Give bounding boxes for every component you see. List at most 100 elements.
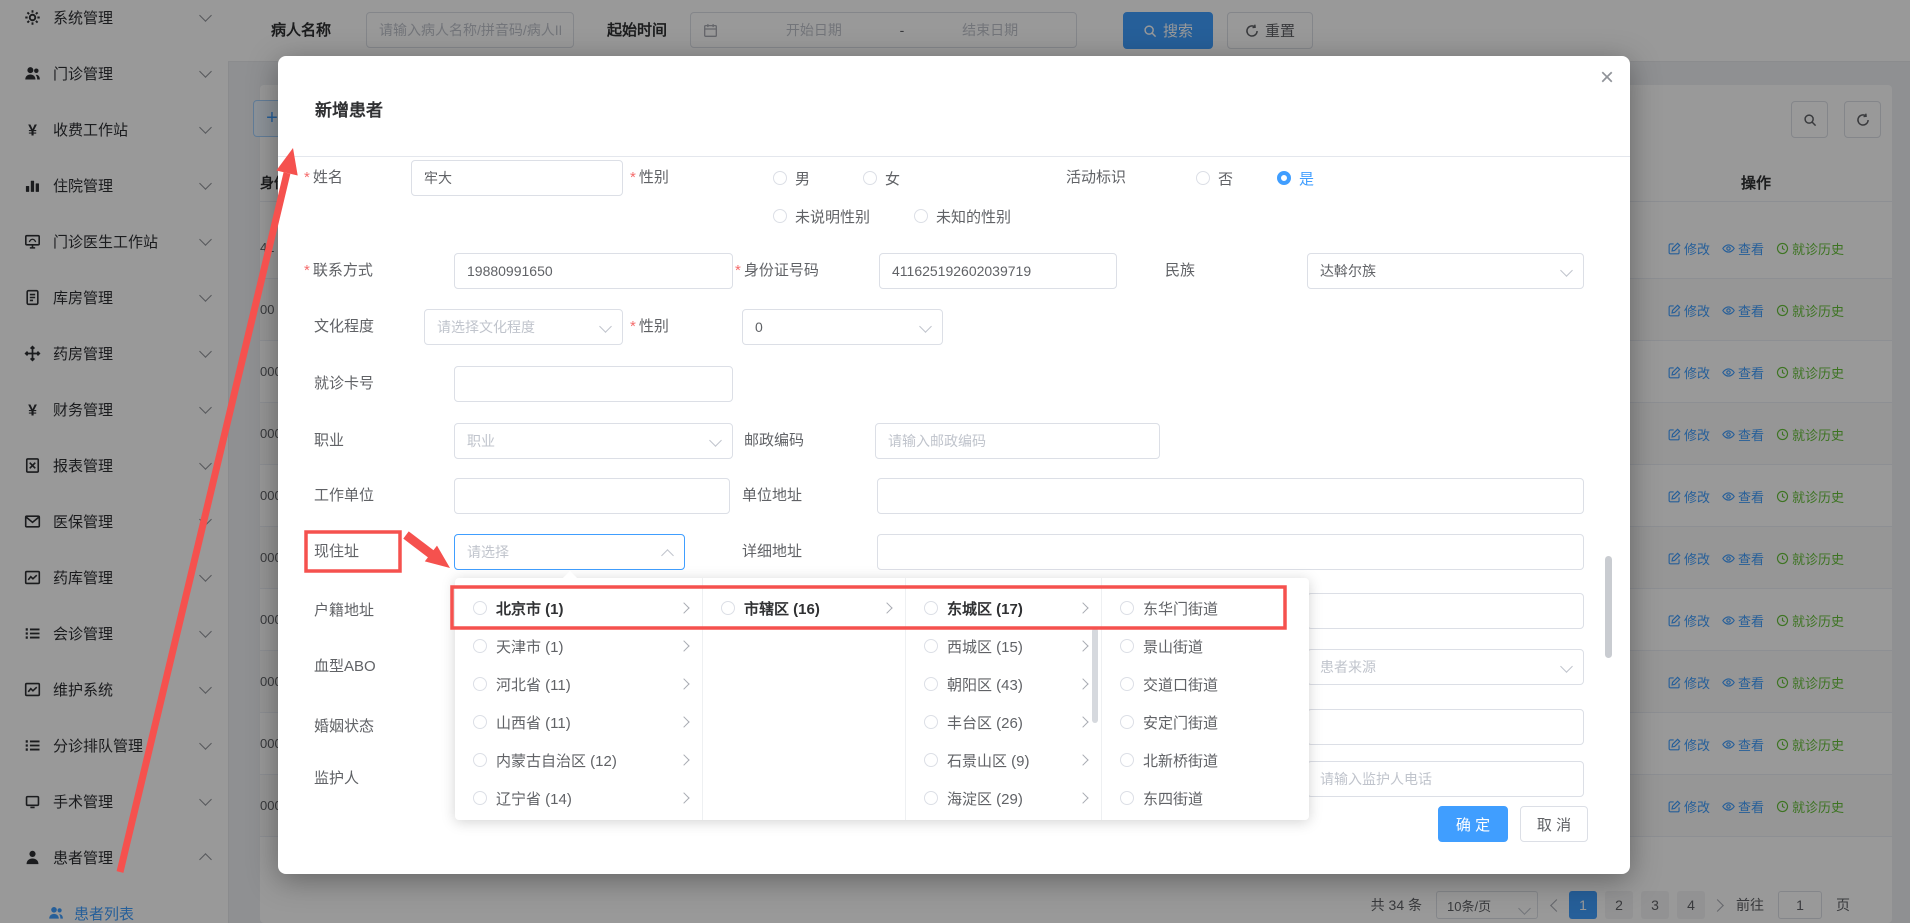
radio-icon (1120, 601, 1134, 615)
chevron-down-icon (599, 320, 612, 333)
radio-icon (473, 791, 487, 805)
chevron-right-icon (678, 754, 689, 765)
cascader-option-shanxi[interactable]: 山西省 (11) (455, 703, 702, 741)
current-address-cascader[interactable]: 请选择 (454, 534, 685, 570)
active-flag-no-radio[interactable]: 否 (1196, 160, 1233, 196)
gender-female-radio[interactable]: 女 (863, 160, 900, 196)
occupation-select[interactable]: 职业 (454, 423, 733, 459)
card-no-input[interactable] (454, 366, 733, 402)
cascader-option-neimenggu[interactable]: 内蒙古自治区 (12) (455, 741, 702, 779)
cascader-option-xicheng[interactable]: 西城区 (15) (906, 627, 1101, 665)
address-cascader-panel: 北京市 (1) 天津市 (1) 河北省 (11) 山西省 (11) 内蒙古自治区… (455, 578, 1309, 820)
household-address-input[interactable] (1307, 593, 1584, 629)
cascader-option-hebei[interactable]: 河北省 (11) (455, 665, 702, 703)
cascader-option-fengtai[interactable]: 丰台区 (26) (906, 703, 1101, 741)
cascader-city-column: 市辖区 (16) (703, 578, 906, 820)
cascader-option-donghuamen[interactable]: 东华门街道 (1102, 589, 1309, 627)
radio-selected-icon (1277, 171, 1291, 185)
cancel-button[interactable]: 取 消 (1520, 806, 1588, 842)
cascader-option-jiaodaokou[interactable]: 交道口街道 (1102, 665, 1309, 703)
cascader-option-shijingshan[interactable]: 石景山区 (9) (906, 741, 1101, 779)
education-label: 文化程度 (314, 309, 374, 345)
education-select[interactable]: 请选择文化程度 (424, 309, 623, 345)
marital-status-label: 婚姻状态 (314, 709, 374, 745)
cascader-option-beijing[interactable]: 北京市 (1) (455, 589, 702, 627)
modal-title: 新增患者 (315, 96, 383, 121)
radio-icon (924, 753, 938, 767)
cascader-option-chaoyang[interactable]: 朝阳区 (43) (906, 665, 1101, 703)
work-unit-label: 工作单位 (314, 478, 374, 514)
cascader-street-column: 东华门街道 景山街道 交道口街道 安定门街道 北新桥街道 东四街道 (1102, 578, 1309, 820)
active-flag-label: 活动标识 (1066, 160, 1126, 196)
ethnicity-select[interactable]: 达斡尔族 (1307, 253, 1584, 289)
id-number-label: *身份证号码 (735, 253, 819, 289)
radio-icon (473, 753, 487, 767)
confirm-button[interactable]: 确 定 (1438, 806, 1508, 842)
chevron-right-icon (1077, 716, 1088, 727)
radio-icon (914, 209, 928, 223)
cascader-option-jingshan[interactable]: 景山街道 (1102, 627, 1309, 665)
chevron-right-icon (1077, 754, 1088, 765)
detail-address-input[interactable] (877, 534, 1584, 570)
id-number-input[interactable] (879, 253, 1117, 289)
chevron-down-icon (919, 320, 932, 333)
chevron-right-icon (678, 602, 689, 613)
chevron-down-icon (709, 434, 722, 447)
postal-code-input[interactable] (875, 423, 1160, 459)
chevron-up-icon (661, 549, 674, 562)
radio-icon (473, 639, 487, 653)
ethnicity-label: 民族 (1165, 253, 1195, 289)
radio-icon (473, 715, 487, 729)
occupation-label: 职业 (314, 423, 344, 459)
unit-address-label: 单位地址 (742, 478, 802, 514)
gender-male-radio[interactable]: 男 (773, 160, 810, 196)
radio-icon (773, 209, 787, 223)
cascader-option-haidian[interactable]: 海淀区 (29) (906, 779, 1101, 817)
radio-icon (1120, 753, 1134, 767)
guardian-phone-input[interactable] (1307, 761, 1584, 797)
modal-divider (278, 156, 1630, 157)
radio-icon (924, 677, 938, 691)
gender-unspecified-radio[interactable]: 未说明性别 (773, 198, 870, 234)
radio-icon (924, 715, 938, 729)
marital-status-input[interactable] (1307, 709, 1584, 745)
gender-unknown-radio[interactable]: 未知的性别 (914, 198, 1011, 234)
radio-icon (863, 171, 877, 185)
chevron-down-icon (1560, 264, 1573, 277)
chevron-down-icon (1560, 660, 1573, 673)
radio-icon (1196, 171, 1210, 185)
cascader-option-dongcheng[interactable]: 东城区 (17) (906, 589, 1101, 627)
cascader-option-beixinqiao[interactable]: 北新桥街道 (1102, 741, 1309, 779)
gender-label: *性别 (630, 160, 669, 196)
cascader-option-shixiaqu[interactable]: 市辖区 (16) (703, 589, 905, 627)
name-input[interactable] (411, 160, 623, 196)
radio-icon (721, 601, 735, 615)
chevron-right-icon (881, 602, 892, 613)
contact-label: *联系方式 (304, 253, 373, 289)
chevron-right-icon (678, 640, 689, 651)
cascader-option-liaoning[interactable]: 辽宁省 (14) (455, 779, 702, 817)
radio-icon (773, 171, 787, 185)
radio-icon (924, 791, 938, 805)
close-icon[interactable]: × (1600, 66, 1614, 90)
chevron-right-icon (1077, 792, 1088, 803)
work-unit-input[interactable] (454, 478, 730, 514)
modal-scrollbar[interactable] (1605, 556, 1612, 658)
gender-code-select[interactable]: 0 (742, 309, 943, 345)
contact-input[interactable] (454, 253, 733, 289)
cascader-district-column: 东城区 (17) 西城区 (15) 朝阳区 (43) 丰台区 (26) 石景山区… (906, 578, 1102, 820)
cascader-option-tianjin[interactable]: 天津市 (1) (455, 627, 702, 665)
cascader-option-dongsi[interactable]: 东四街道 (1102, 779, 1309, 817)
unit-address-input[interactable] (877, 478, 1584, 514)
current-address-label: 现住址 (314, 534, 359, 570)
radio-icon (1120, 791, 1134, 805)
patient-source-select[interactable]: 患者来源 (1307, 649, 1584, 685)
active-flag-yes-radio[interactable]: 是 (1277, 160, 1314, 196)
household-address-label: 户籍地址 (314, 593, 374, 629)
cascader-scrollbar[interactable] (1092, 628, 1098, 723)
chevron-right-icon (678, 716, 689, 727)
guardian-label: 监护人 (314, 761, 359, 797)
radio-icon (1120, 715, 1134, 729)
radio-icon (1120, 677, 1134, 691)
cascader-option-andingmen[interactable]: 安定门街道 (1102, 703, 1309, 741)
